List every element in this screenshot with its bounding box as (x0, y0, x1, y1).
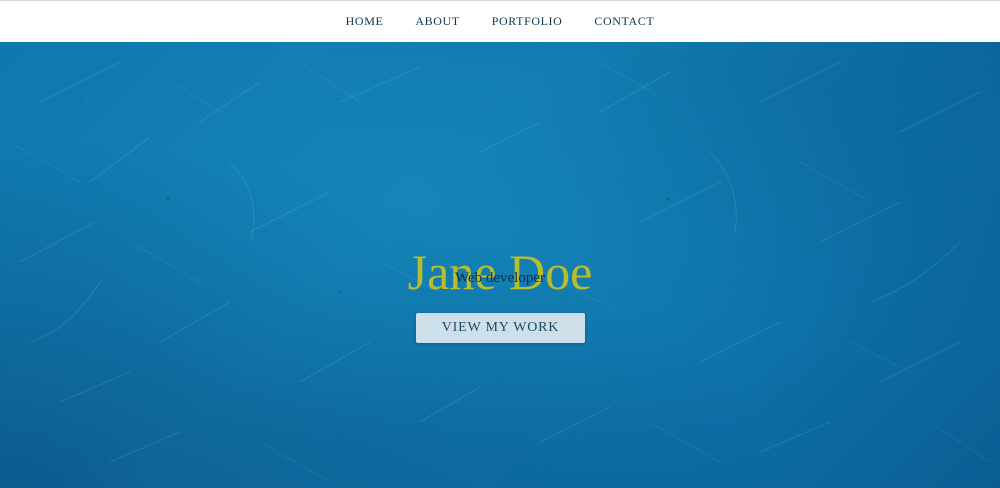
hero-subtitle: Web developer (455, 270, 545, 286)
top-navigation-bar: HOME ABOUT PORTFOLIO CONTACT (0, 0, 1000, 42)
hero-section: Jane Doe Web developer VIEW MY WORK (0, 42, 1000, 488)
nav-link-home[interactable]: HOME (346, 14, 384, 29)
view-my-work-button[interactable]: VIEW MY WORK (416, 313, 585, 343)
nav-link-portfolio[interactable]: PORTFOLIO (492, 14, 563, 29)
nav-link-contact[interactable]: CONTACT (594, 14, 654, 29)
nav-link-about[interactable]: ABOUT (415, 14, 459, 29)
hero-content: Jane Doe Web developer VIEW MY WORK (0, 42, 1000, 488)
